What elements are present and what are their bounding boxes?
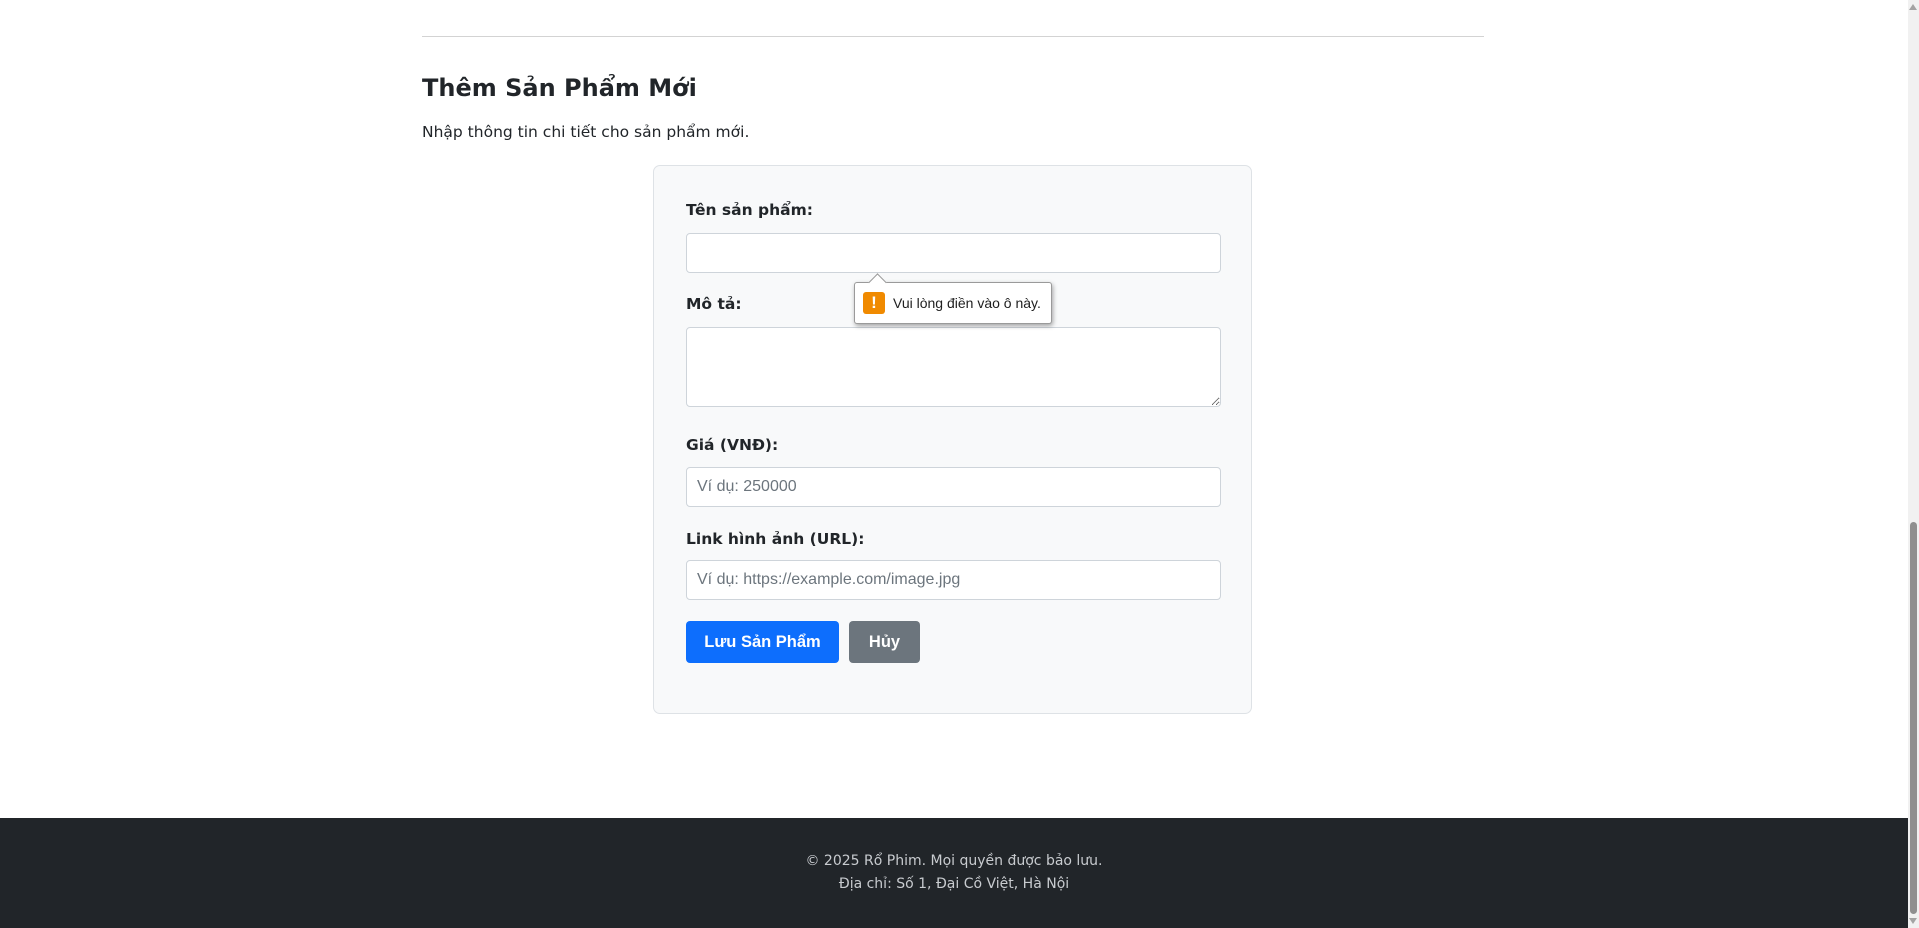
save-product-button[interactable]: Lưu Sản Phẩm — [686, 621, 839, 663]
footer-address: Địa chỉ: Số 1, Đại Cồ Việt, Hà Nội — [838, 876, 1070, 892]
section-divider — [422, 36, 1484, 37]
description-textarea[interactable] — [686, 327, 1221, 407]
validation-tooltip: ! Vui lòng điền vào ô này. — [854, 273, 1052, 324]
page-title: Thêm Sản Phẩm Mới — [422, 74, 697, 102]
scroll-up-arrow-icon[interactable] — [1909, 4, 1917, 10]
price-input[interactable] — [686, 467, 1221, 507]
scroll-down-arrow-icon[interactable] — [1909, 918, 1917, 924]
add-product-form: Tên sản phẩm: Mô tả: Giá (VNĐ): Link hìn… — [653, 165, 1252, 714]
description-label: Mô tả: — [686, 295, 742, 313]
product-name-input[interactable] — [686, 233, 1221, 273]
footer-copyright: © 2025 Rổ Phim. Mọi quyền được bảo lưu. — [805, 853, 1103, 869]
vertical-scrollbar[interactable] — [1908, 0, 1919, 928]
scroll-thumb[interactable] — [1910, 522, 1917, 914]
validation-message: Vui lòng điền vào ô này. — [893, 295, 1041, 311]
image-url-input[interactable] — [686, 560, 1221, 600]
product-name-label: Tên sản phẩm: — [686, 201, 813, 219]
cancel-button[interactable]: Hủy — [849, 621, 920, 663]
warning-icon: ! — [863, 292, 885, 314]
page-subtitle: Nhập thông tin chi tiết cho sản phẩm mới… — [422, 123, 750, 141]
site-footer: © 2025 Rổ Phim. Mọi quyền được bảo lưu. … — [0, 818, 1908, 928]
image-url-label: Link hình ảnh (URL): — [686, 530, 865, 548]
price-label: Giá (VNĐ): — [686, 436, 779, 454]
